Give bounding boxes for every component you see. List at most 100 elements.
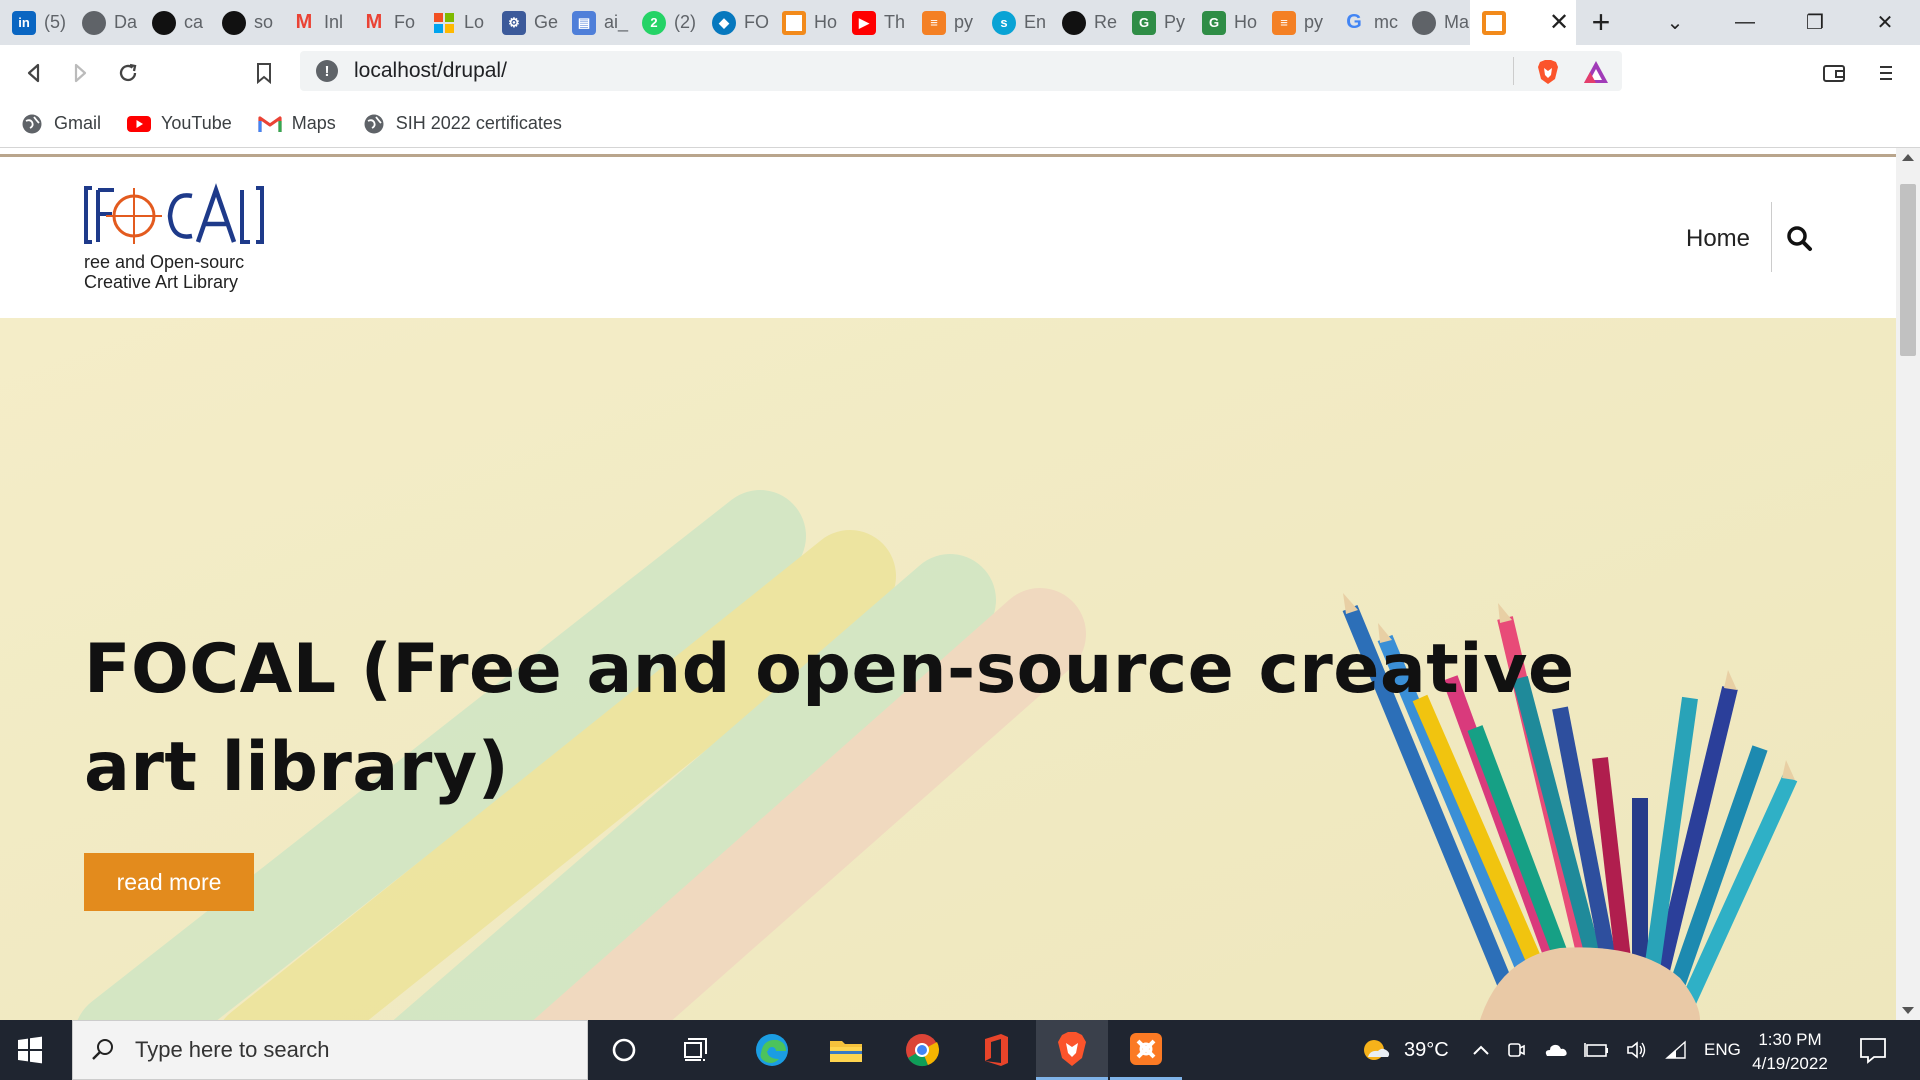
cortana-button[interactable]	[588, 1020, 660, 1080]
browser-tab[interactable]: Gmc	[1330, 0, 1400, 45]
youtube-icon	[127, 112, 152, 136]
minimize-icon: —	[1735, 11, 1755, 33]
bookmark-maps[interactable]: Maps	[258, 112, 336, 136]
browser-tab-label: FO	[744, 12, 769, 32]
page-scrollbar[interactable]	[1896, 148, 1920, 1020]
hero-banner: FOCAL (Free and open-source creative art…	[0, 318, 1896, 1020]
taskbar-search-box[interactable]: Type here to search	[72, 1020, 588, 1080]
tab-search-button[interactable]: ⌄	[1640, 0, 1710, 45]
table-icon: ▤	[572, 10, 596, 35]
wallet-button[interactable]	[1810, 49, 1858, 97]
meet-now-icon[interactable]	[1506, 1040, 1526, 1060]
github-icon	[152, 10, 176, 35]
taskbar-file-explorer[interactable]	[810, 1020, 882, 1080]
minimize-button[interactable]: —	[1710, 0, 1780, 45]
browser-tab[interactable]: ≡ py	[1260, 0, 1330, 45]
windows-taskbar: Type here to search 39°C ENG 1:30 PM 4/1…	[0, 1020, 1920, 1080]
weather-widget[interactable]: 39°C	[1360, 1020, 1449, 1080]
browser-tab-label: (5)	[44, 12, 66, 32]
google-icon: G	[1346, 11, 1362, 33]
taskbar-xampp[interactable]	[1110, 1020, 1182, 1080]
taskbar-edge[interactable]	[736, 1020, 808, 1080]
search-icon	[92, 1039, 113, 1060]
scroll-up-arrow-icon[interactable]	[1902, 154, 1914, 161]
whatsapp-icon: 2	[642, 10, 666, 35]
browser-menu-button[interactable]	[1862, 49, 1910, 97]
browser-tab[interactable]: ▤ ai_	[560, 0, 630, 45]
scroll-down-arrow-icon[interactable]	[1902, 1007, 1914, 1014]
browser-tab[interactable]: Lo	[420, 0, 490, 45]
close-tab-icon[interactable]: ✕	[1542, 0, 1576, 45]
browser-tab[interactable]: Ma	[1400, 0, 1470, 45]
wallet-icon	[1823, 65, 1845, 82]
drupal-icon: ◆	[712, 10, 736, 35]
search-icon[interactable]	[1784, 223, 1816, 255]
browser-tab[interactable]: s En	[980, 0, 1050, 45]
address-url[interactable]: localhost/drupal/	[354, 59, 507, 83]
browser-tab[interactable]: M Inl	[280, 0, 350, 45]
browser-tab-label: Ho	[1234, 12, 1258, 32]
browser-tab-label: Ma	[1444, 12, 1470, 32]
task-view-button[interactable]	[660, 1020, 732, 1080]
browser-tab-label: ai_	[604, 12, 629, 32]
browser-tab[interactable]: Da	[70, 0, 140, 45]
taskbar-office[interactable]	[960, 1020, 1032, 1080]
spacy-icon: s	[992, 10, 1016, 35]
browser-tab[interactable]	[1470, 0, 1542, 45]
bookmark-button[interactable]	[240, 49, 288, 97]
browser-tab-label: Da	[114, 12, 138, 32]
focal-logo-mark	[84, 183, 264, 244]
reload-button[interactable]	[104, 49, 152, 97]
restore-icon: ❐	[1806, 12, 1824, 34]
browser-tab[interactable]: so	[210, 0, 280, 45]
stackoverflow-icon: ≡	[1272, 10, 1296, 35]
browser-tab[interactable]: Re	[1050, 0, 1120, 45]
browser-tab[interactable]: ▶ Th	[840, 0, 910, 45]
battery-icon[interactable]	[1584, 1041, 1610, 1059]
browser-tab[interactable]: M Fo	[350, 0, 420, 45]
globe-icon	[1412, 10, 1436, 35]
close-window-button[interactable]: ✕	[1850, 0, 1920, 45]
brave-rewards-icon[interactable]	[1582, 59, 1610, 85]
new-tab-button[interactable]: +	[1576, 0, 1626, 45]
onedrive-icon[interactable]	[1542, 1041, 1568, 1059]
scroll-thumb[interactable]	[1900, 184, 1916, 356]
weather-sun-icon	[1364, 1040, 1390, 1060]
browser-tab[interactable]: ⚙ Ge	[490, 0, 560, 45]
browser-tab[interactable]: ca	[140, 0, 210, 45]
bookmark-label: Gmail	[54, 113, 102, 133]
reload-icon	[119, 63, 137, 82]
bookmark-sih-certificates[interactable]: SIH 2022 certificates	[362, 112, 562, 136]
browser-tab[interactable]: 2 (2)	[630, 0, 700, 45]
windows-start-icon[interactable]	[14, 1034, 46, 1066]
site-info-icon[interactable]: !	[316, 60, 338, 82]
bookmark-gmail[interactable]: Gmail	[20, 112, 101, 136]
back-button[interactable]	[10, 49, 58, 97]
site-logo[interactable]: ree and Open-sourc Creative Art Library	[84, 182, 264, 294]
folder-icon	[830, 1041, 862, 1062]
wifi-icon[interactable]	[1664, 1040, 1688, 1060]
taskbar-clock[interactable]: 1:30 PM 4/19/2022	[1730, 1028, 1850, 1076]
notification-center-icon[interactable]	[1856, 1034, 1890, 1066]
gmail-icon: M	[295, 11, 313, 33]
back-icon	[27, 63, 40, 83]
taskbar-brave[interactable]	[1036, 1020, 1108, 1080]
volume-icon[interactable]	[1626, 1040, 1648, 1060]
browser-tab[interactable]: ≡ py	[910, 0, 980, 45]
bookmark-youtube[interactable]: YouTube	[127, 112, 232, 136]
restore-button[interactable]: ❐	[1780, 0, 1850, 45]
bookmark-label: YouTube	[161, 113, 232, 133]
nav-home-link[interactable]: Home	[1686, 225, 1750, 253]
taskbar-chrome[interactable]	[886, 1020, 958, 1080]
read-more-button[interactable]: read more	[84, 853, 254, 911]
forward-button[interactable]	[56, 49, 104, 97]
browser-tab[interactable]: G Ho	[1190, 0, 1260, 45]
browser-tab[interactable]: in (5)	[0, 0, 70, 45]
browser-tab[interactable]: ◆ FO	[700, 0, 770, 45]
address-bar[interactable]: ! localhost/drupal/	[300, 51, 1622, 91]
brave-icon	[1058, 1031, 1086, 1066]
tray-expand-icon[interactable]	[1472, 1043, 1490, 1057]
brave-shields-icon[interactable]	[1536, 59, 1560, 85]
browser-tab[interactable]: G Py	[1120, 0, 1190, 45]
browser-tab[interactable]: Ho	[770, 0, 840, 45]
